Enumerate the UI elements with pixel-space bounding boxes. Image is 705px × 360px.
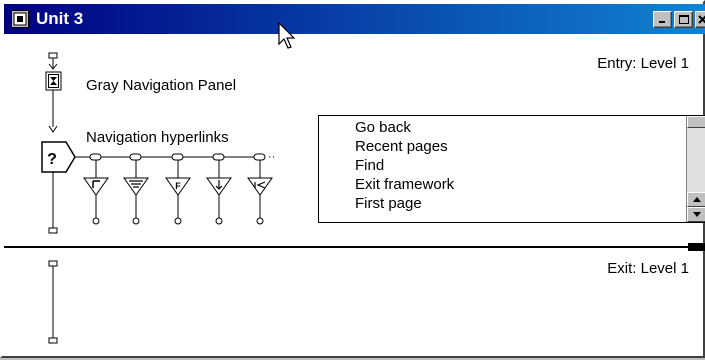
navigate-first-icon[interactable] — [248, 160, 272, 224]
mouse-pointer-icon — [278, 22, 298, 50]
exit-level-label: Exit: Level 1 — [607, 260, 689, 277]
navigate-exit-icon[interactable] — [207, 160, 231, 224]
scroll-thumb[interactable] — [687, 116, 705, 128]
framework-window: Unit 3 Entry: Level 1 ? — [0, 0, 705, 358]
list-item[interactable]: Go back — [355, 118, 454, 137]
navigate-find-icon[interactable]: F — [166, 160, 190, 224]
svg-text:?: ? — [47, 151, 57, 168]
decision-icon[interactable]: ? — [42, 142, 75, 172]
list-item[interactable]: First page — [355, 194, 454, 213]
svg-text:··: ·· — [268, 151, 275, 163]
list-item[interactable]: Exit framework — [355, 175, 454, 194]
display-icon[interactable] — [46, 72, 61, 90]
page-list[interactable]: Go back Recent pages Find Exit framework… — [318, 115, 705, 223]
scrollbar[interactable] — [686, 116, 705, 222]
divider-handle[interactable] — [688, 243, 705, 251]
list-item[interactable]: Recent pages — [355, 137, 454, 156]
flowline-start-icon — [49, 53, 57, 69]
svg-text:F: F — [175, 181, 181, 191]
navigate-recent-icon[interactable] — [124, 160, 148, 224]
scroll-down-button[interactable] — [687, 207, 705, 222]
navigate-back-icon[interactable] — [84, 160, 108, 224]
exit-flowline — [49, 261, 57, 343]
arrow-down-icon — [693, 212, 701, 217]
decision-icon-label: Navigation hyperlinks — [86, 129, 229, 146]
display-icon-label: Gray Navigation Panel — [86, 77, 236, 94]
scroll-up-button[interactable] — [687, 192, 705, 207]
arrow-up-icon — [693, 197, 701, 202]
level-divider — [4, 246, 688, 248]
list-item[interactable]: Find — [355, 156, 454, 175]
